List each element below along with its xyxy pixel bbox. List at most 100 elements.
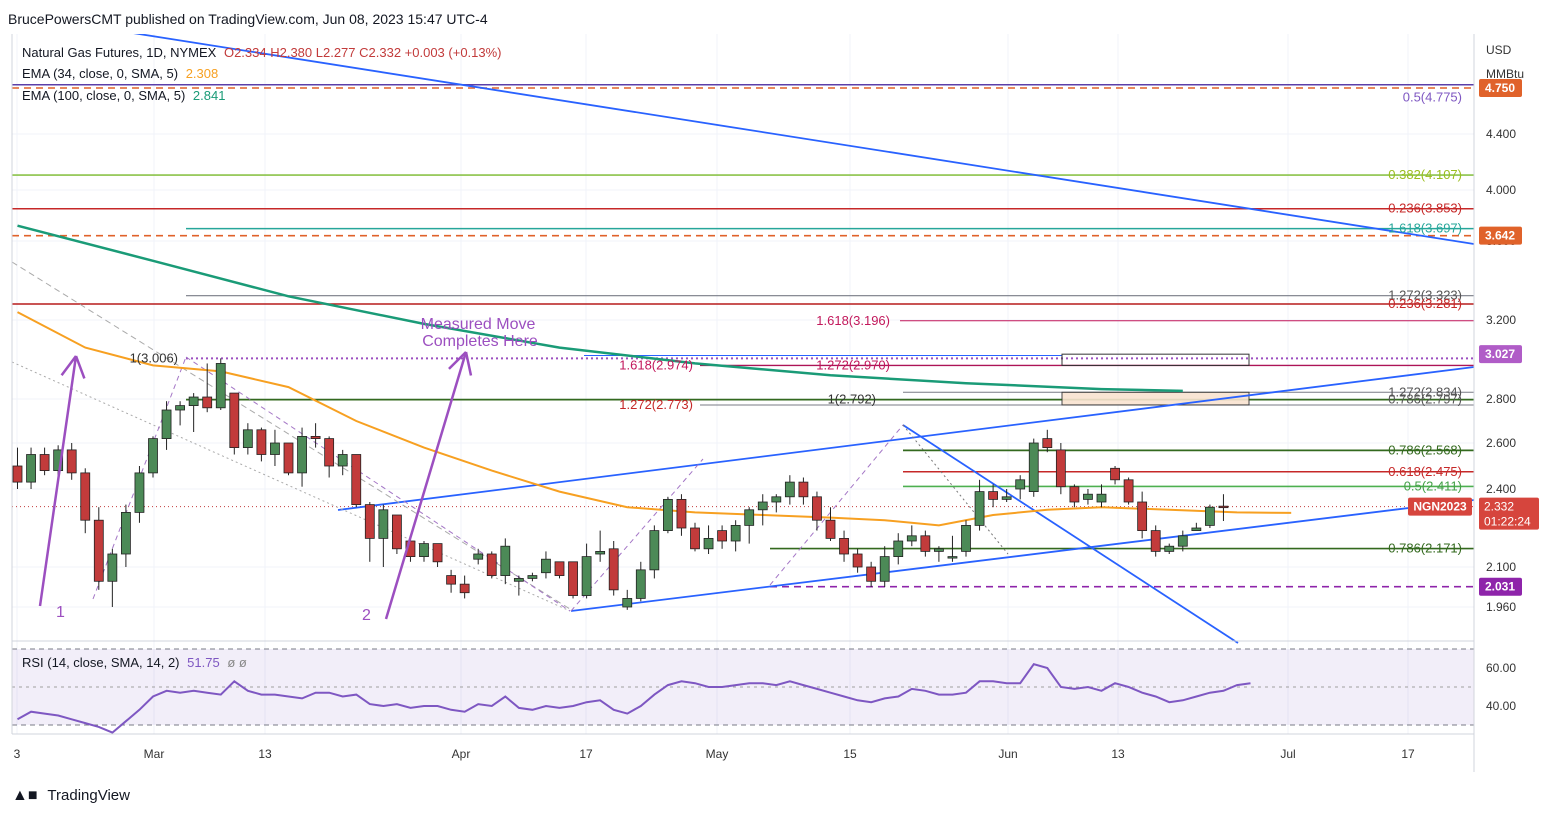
candle-body xyxy=(690,527,700,550)
price-tag-value: 2.332 xyxy=(1484,500,1514,514)
price-axis-tick: 1.960 xyxy=(1486,600,1516,614)
ohlc-values: O2.334 H2.380 L2.277 C2.332 +0.003 (+0.1… xyxy=(223,45,502,60)
time-axis-label: 15 xyxy=(843,747,857,761)
candle xyxy=(270,429,280,466)
candle-body xyxy=(270,442,280,455)
symbol-legend: Natural Gas Futures, 1D, NYMEX O2.334 H2… xyxy=(22,44,502,62)
trendline-long-down xyxy=(11,13,1475,245)
candle-body xyxy=(446,575,457,585)
candle xyxy=(961,520,971,557)
tradingview-brand[interactable]: TradingView xyxy=(47,787,130,804)
candle-body xyxy=(148,438,158,474)
time-axis-label: Apr xyxy=(452,747,471,761)
candle xyxy=(242,423,253,455)
candle-body xyxy=(527,575,538,579)
candle-body xyxy=(324,438,335,467)
candle xyxy=(771,494,782,513)
candle xyxy=(1096,484,1107,508)
candle xyxy=(175,401,186,426)
wave-1-label: 1 xyxy=(56,604,65,621)
candle-body xyxy=(459,583,470,594)
chart-frame[interactable]: 0.5(4.775) 0.382(4.107) 0.236(3.853) 1.618(… xyxy=(0,13,1562,772)
candle-body xyxy=(757,501,768,511)
candle-body xyxy=(635,569,646,599)
candle-body xyxy=(825,519,836,539)
candle-body xyxy=(337,454,348,467)
candle xyxy=(1205,504,1215,528)
candle xyxy=(378,504,389,567)
candle-body xyxy=(1205,506,1215,526)
candle-body xyxy=(1015,479,1026,490)
candle-body xyxy=(1083,493,1093,500)
candle-body xyxy=(852,553,863,568)
candle xyxy=(324,436,335,478)
price-axis-badge: 4.750 xyxy=(1479,79,1522,97)
time-axis-label: Jun xyxy=(998,747,1017,761)
candle xyxy=(337,449,348,476)
level-label: 0.5(4.775) xyxy=(1403,90,1462,105)
candle-body xyxy=(12,465,23,483)
candle xyxy=(568,561,578,599)
time-axis-label: Mar xyxy=(144,747,165,761)
candle xyxy=(297,427,307,487)
candle-body xyxy=(256,429,267,455)
candle-body xyxy=(988,491,998,500)
candle xyxy=(121,504,131,567)
time-axis-label: 13 xyxy=(1111,747,1125,761)
candle-body xyxy=(893,540,904,558)
candle-body xyxy=(134,472,145,513)
candle xyxy=(988,484,998,508)
rsi-value: 51.75 xyxy=(187,655,220,670)
price-badge-text: 3.642 xyxy=(1485,229,1515,243)
candle xyxy=(1137,491,1148,539)
price-axis-tick: 2.100 xyxy=(1486,560,1516,574)
candle-body xyxy=(717,530,727,542)
candle-body xyxy=(500,545,511,576)
candle xyxy=(486,551,497,579)
arrow-head xyxy=(464,351,473,376)
candle xyxy=(134,466,145,523)
candle xyxy=(663,496,673,534)
candle-body xyxy=(866,566,877,582)
price-axis-tick: 2.600 xyxy=(1486,436,1516,450)
moving-averages xyxy=(17,224,1292,527)
candle-body xyxy=(1164,545,1175,552)
candle-body xyxy=(1150,530,1161,552)
candle-body xyxy=(730,524,741,542)
price-axis-tick: 2.400 xyxy=(1486,482,1516,496)
arrow-shaft xyxy=(38,355,78,607)
ema100-value: 2.841 xyxy=(192,88,226,103)
horizontal-levels xyxy=(12,83,1474,588)
measured-move-line1: Measured Move xyxy=(421,316,536,333)
candle-body xyxy=(568,561,578,596)
price-axis-badge: 3.027 xyxy=(1479,345,1522,364)
publisher-header: BrucePowersCMT published on TradingView.… xyxy=(8,11,488,27)
candle-body xyxy=(676,498,687,529)
candle xyxy=(934,546,944,562)
price-axis-tick: 4.000 xyxy=(1486,183,1516,197)
candle xyxy=(744,507,755,544)
candle xyxy=(852,548,863,573)
price-tag-countdown: 01:22:24 xyxy=(1484,515,1531,529)
candle-body xyxy=(1218,505,1229,509)
channel-lower xyxy=(570,499,1475,612)
candle xyxy=(1191,522,1202,531)
candle-body xyxy=(161,409,172,440)
candle-body xyxy=(378,509,389,539)
ema100-legend: EMA (100, close, 0, SMA, 5) 2.841 xyxy=(22,87,225,105)
candle xyxy=(906,525,917,547)
candle xyxy=(541,551,551,579)
candle xyxy=(866,561,877,587)
candle-body xyxy=(961,524,971,552)
rsi-label: RSI (14, close, SMA, 14, 2) xyxy=(22,655,180,670)
candle-body xyxy=(66,449,77,474)
candle xyxy=(527,572,538,582)
candle xyxy=(12,447,23,489)
candle-body xyxy=(229,392,240,449)
level-label: 0.236(3.853) xyxy=(1388,201,1462,216)
candle-body xyxy=(1055,449,1066,488)
tradingview-logo-icon[interactable]: ▲■ xyxy=(12,787,38,804)
candle-body xyxy=(26,454,36,483)
candle-body xyxy=(202,396,213,409)
candle-body xyxy=(974,491,985,526)
